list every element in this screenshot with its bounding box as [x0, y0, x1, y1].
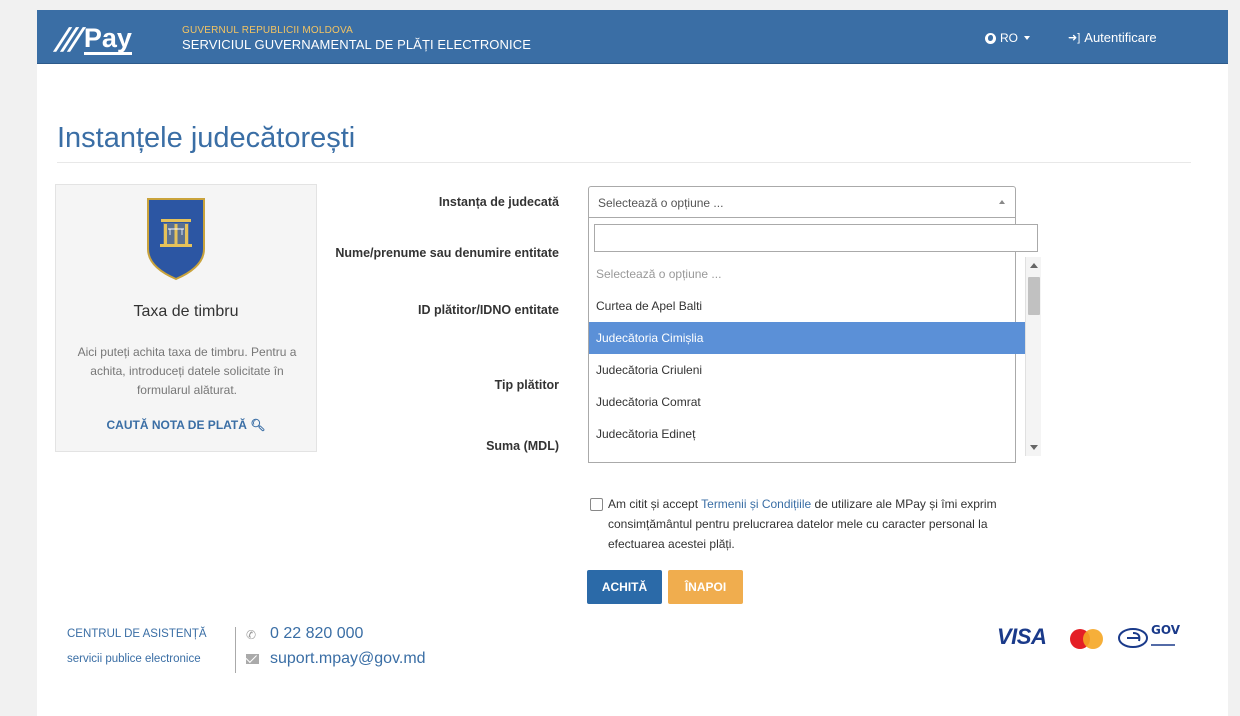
logo-mark-icon: ///	[54, 22, 81, 57]
court-select[interactable]: Selectează o opțiune ...	[588, 186, 1016, 218]
service-name: SERVICIUL GUVERNAMENTAL DE PLĂȚI ELECTRO…	[182, 37, 531, 52]
logo-pay-text: Pay	[83, 23, 132, 55]
envelope-icon	[246, 654, 259, 664]
terms-text-before: Am citit și accept	[608, 497, 702, 511]
mpay-logo[interactable]: /// Pay	[54, 19, 132, 57]
egov-text: GOV	[1151, 623, 1181, 637]
support-phone: 0 22 820 000	[270, 625, 364, 642]
mastercard-logo	[1070, 629, 1104, 649]
court-option[interactable]: Selectează o opțiune ...	[589, 258, 1027, 290]
court-option[interactable]: Judecătoria Comrat	[589, 386, 1027, 418]
pay-button[interactable]: ACHITĂ	[587, 570, 662, 604]
court-option-highlighted[interactable]: Judecătoria Cimișlia	[589, 322, 1027, 354]
terms-link[interactable]: Termenii și Condițiile	[701, 497, 811, 511]
page-title: Instanțele judecătorești	[57, 122, 356, 154]
search-payment-note-link[interactable]: CAUTĂ NOTA DE PLATĂ 🔍︎	[56, 418, 316, 432]
court-option[interactable]: Judecătoria Criuleni	[589, 354, 1027, 386]
court-search-input[interactable]	[594, 224, 1038, 252]
login-label: Autentificare	[1084, 30, 1157, 45]
back-button[interactable]: ÎNAPOI	[668, 570, 743, 604]
search-icon: 🔍︎	[250, 418, 266, 432]
footer-divider	[235, 627, 236, 673]
caret-down-icon	[1024, 36, 1030, 40]
scrollbar-thumb[interactable]	[1028, 277, 1040, 315]
mastercard-orange-circle	[1083, 629, 1103, 649]
service-card: Taxa de timbru Aici puteți achita taxa d…	[55, 184, 317, 452]
terms-text: Am citit și accept Termenii și Condițiil…	[608, 494, 1038, 554]
dropdown-scrollbar[interactable]	[1025, 257, 1041, 456]
support-email[interactable]: suport.mpay@gov.md	[270, 650, 426, 668]
government-name: GUVERNUL REPUBLICII MOLDOVA	[182, 25, 353, 36]
support-center-subtitle[interactable]: servicii publice electronice	[67, 653, 201, 665]
scroll-up-arrow-icon[interactable]	[1030, 263, 1038, 268]
court-dropdown: Selectează o opțiune ... Curtea de Apel …	[588, 218, 1038, 463]
court-option[interactable]: Judecătoria Edineț	[589, 418, 1027, 450]
court-shield-icon	[146, 197, 206, 281]
language-selector[interactable]: RO	[985, 31, 1030, 45]
egov-logo: GOV	[1117, 621, 1181, 651]
card-description: Aici puteți achita taxa de timbru. Pentr…	[77, 345, 297, 397]
scroll-down-arrow-icon[interactable]	[1030, 445, 1038, 450]
caret-up-icon	[999, 200, 1005, 204]
language-label: RO	[1000, 31, 1018, 45]
court-label: Instanța de judecată	[438, 195, 559, 209]
title-divider	[57, 162, 1191, 163]
payer-type-label: Tip plătitor	[494, 378, 559, 392]
card-title: Taxa de timbru	[133, 303, 239, 320]
support-center-title[interactable]: CENTRUL DE ASISTENȚĂ	[67, 628, 207, 640]
sign-in-icon: ➜]	[1068, 32, 1081, 44]
name-label: Nume/prenume sau denumire entitate	[335, 246, 559, 260]
login-link[interactable]: ➜] Autentificare	[1068, 30, 1157, 45]
globe-icon	[985, 32, 996, 44]
page-container: /// Pay GUVERNUL REPUBLICII MOLDOVA SERV…	[37, 10, 1228, 716]
payer-id-label: ID plătitor/IDNO entitate	[418, 303, 559, 317]
phone-icon: ✆	[246, 628, 257, 642]
visa-logo: VISA	[997, 624, 1047, 649]
terms-checkbox[interactable]	[590, 498, 603, 511]
court-options-list: Selectează o opțiune ... Curtea de Apel …	[589, 258, 1027, 463]
top-navbar: /// Pay GUVERNUL REPUBLICII MOLDOVA SERV…	[37, 10, 1228, 64]
amount-label: Suma (MDL)	[486, 439, 559, 453]
search-payment-note-label: CAUTĂ NOTA DE PLATĂ	[106, 418, 247, 432]
court-select-value: Selectează o opțiune ...	[598, 196, 724, 210]
court-option[interactable]: Curtea de Apel Balti	[589, 290, 1027, 322]
